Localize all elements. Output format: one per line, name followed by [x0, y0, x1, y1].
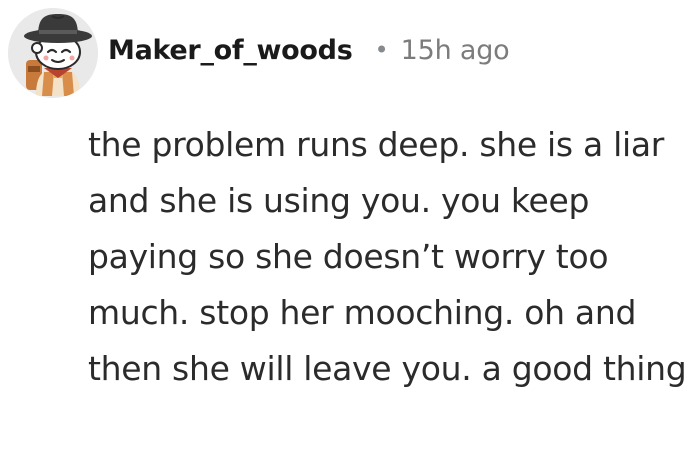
comment-body: the problem runs deep. she is a liar and…: [88, 125, 687, 388]
comment-timestamp[interactable]: 15h ago: [401, 35, 510, 66]
separator-dot: •: [374, 36, 389, 64]
comment-header: Maker_of_woods • 15h ago: [108, 30, 510, 70]
author-username[interactable]: Maker_of_woods: [108, 35, 353, 66]
cowboy-snoo-avatar-icon: [8, 8, 98, 98]
comment: Maker_of_woods • 15h ago the problem run…: [0, 0, 700, 453]
avatar[interactable]: [8, 8, 98, 98]
